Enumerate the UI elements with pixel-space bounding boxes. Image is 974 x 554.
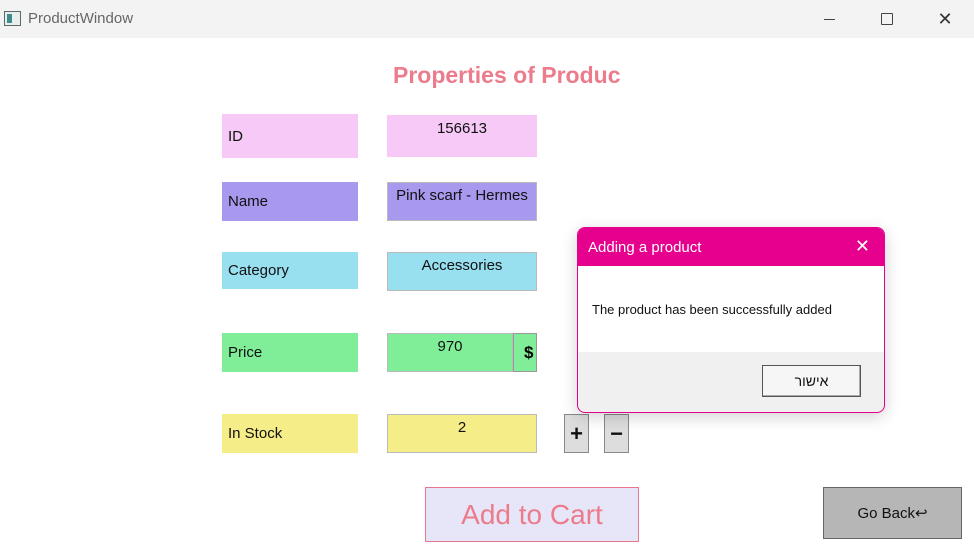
page-title: Properties of Produc — [393, 62, 621, 88]
dialog-title: Adding a product — [588, 238, 702, 256]
close-icon[interactable]: ✕ — [922, 4, 968, 34]
stock-label: In Stock — [222, 414, 358, 453]
currency-indicator: $ — [513, 333, 537, 372]
dialog-header: Adding a product ✕ — [578, 228, 884, 266]
message-dialog: Adding a product ✕ The product has been … — [577, 227, 885, 413]
maximize-icon[interactable] — [864, 4, 910, 34]
category-field[interactable]: Accessories — [387, 252, 537, 291]
price-label: Price — [222, 333, 358, 372]
stock-field[interactable]: 2 — [387, 414, 537, 453]
title-bar: ProductWindow ✕ — [0, 0, 974, 38]
app-icon — [4, 11, 21, 26]
name-label: Name — [222, 182, 358, 221]
name-field[interactable]: Pink scarf - Hermes — [387, 182, 537, 221]
id-value: 156613 — [387, 115, 537, 157]
add-to-cart-button[interactable]: Add to Cart — [425, 487, 639, 542]
category-label: Category — [222, 252, 358, 289]
go-back-button[interactable]: Go Back↩ — [823, 487, 962, 539]
minimize-icon[interactable] — [806, 4, 852, 34]
dialog-close-icon[interactable]: ✕ — [855, 236, 870, 257]
window-title: ProductWindow — [28, 10, 134, 27]
decrease-stock-button[interactable]: − — [604, 414, 629, 453]
price-field[interactable]: 970 — [387, 333, 513, 372]
dialog-ok-button[interactable]: אישור — [762, 365, 861, 397]
increase-stock-button[interactable]: + — [564, 414, 589, 453]
dialog-message: The product has been successfully added — [592, 301, 832, 317]
dialog-body: The product has been successfully added — [578, 266, 884, 352]
id-label: ID — [222, 114, 358, 158]
